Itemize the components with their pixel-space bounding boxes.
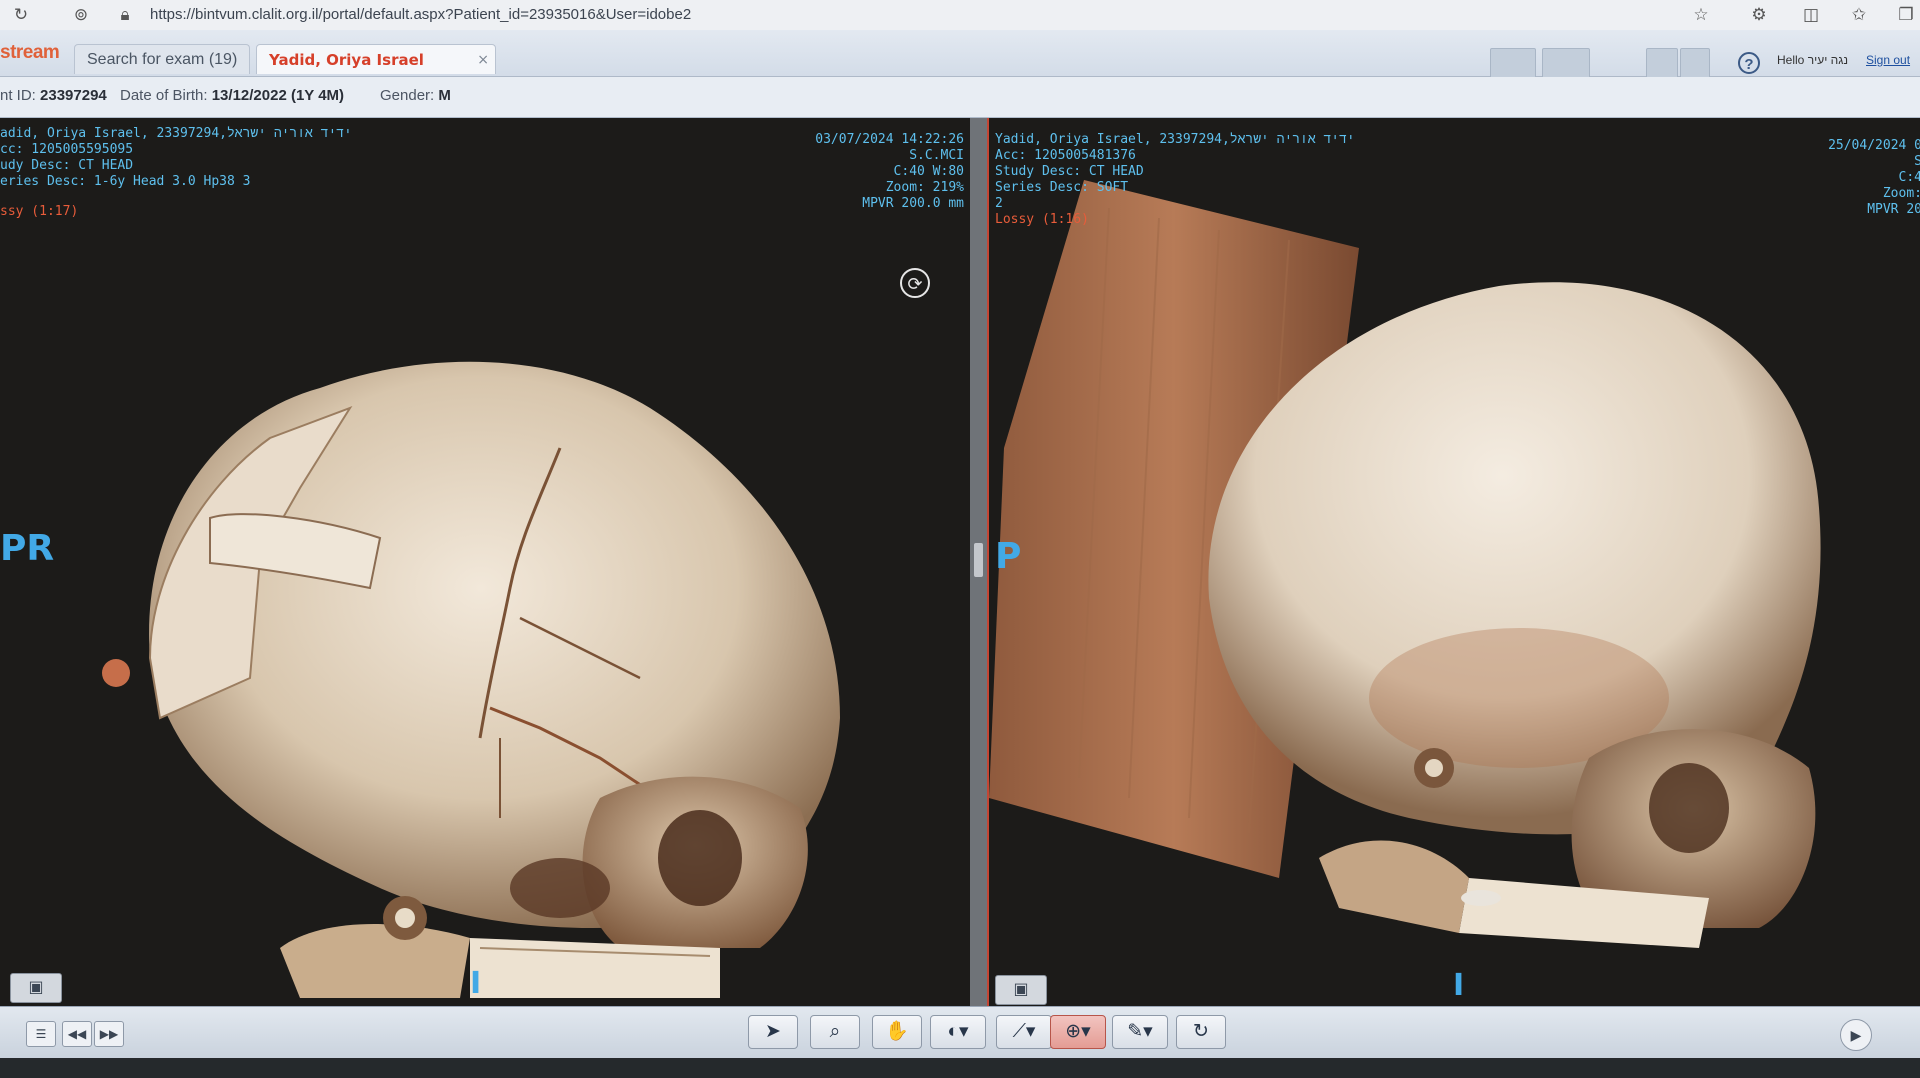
study-date: 03/07/2024 14:22:26: [815, 132, 964, 147]
study-date: 25/04/2024 0: [1828, 138, 1920, 153]
viewport-right[interactable]: Yadid, Oriya Israel, 23397294,ידיד אוריה…: [987, 118, 1920, 1006]
patient-dob-label: Date of Birth:: [120, 87, 208, 104]
site-icon[interactable]: ⊚: [70, 4, 92, 26]
layout-thumbnail-1[interactable]: [1490, 48, 1536, 80]
orientation-label-bottom: I: [1453, 968, 1465, 1003]
lossy-label: Lossy (1:16): [995, 212, 1089, 227]
viewport-left-menu-button[interactable]: ▣: [10, 973, 62, 1003]
pan-tool-button[interactable]: ✋: [872, 1015, 922, 1049]
patient-info-bar: nt ID: 23397294 Date of Birth: 13/12/202…: [0, 77, 1920, 118]
viewport-right-patient-overlay: Yadid, Oriya Israel, 23397294,ידיד אוריה…: [995, 132, 1355, 228]
skull-3d-render-right: [989, 118, 1920, 1006]
url-field[interactable]: https://bintvum.clalit.org.il/portal/def…: [150, 6, 691, 23]
patient-dob-value: 13/12/2022 (1Y 4M): [211, 87, 345, 104]
measure-tool-button[interactable]: ⟋▾: [996, 1015, 1052, 1049]
reset-tool-button[interactable]: ↻: [1176, 1015, 1226, 1049]
mpvr-thickness: MPVR 200.0 mm: [862, 196, 964, 211]
orientation-label-left: P: [995, 536, 1022, 577]
series-desc-line: Series Desc: SOFT: [995, 180, 1129, 195]
tab-search-exam-label: Search for exam (19): [87, 51, 238, 68]
previous-series-button[interactable]: ◀◀: [62, 1021, 92, 1047]
viewport-right-info-overlay: 25/04/2024 0 S C:4 Zoom: MPVR 20: [1828, 138, 1920, 218]
viewport-left-info-overlay: 03/07/2024 14:22:26 S.C.MCI C:40 W:80 Zo…: [815, 132, 964, 212]
next-series-button[interactable]: ▶▶: [94, 1021, 124, 1047]
viewport-right-menu-button[interactable]: ▣: [995, 975, 1047, 1005]
station-name: S.C.MCI: [909, 148, 964, 163]
extensions-icon[interactable]: ⚙: [1748, 4, 1770, 26]
zoom-level: Zoom:: [1882, 186, 1920, 201]
refresh-icon[interactable]: ↻: [10, 4, 32, 26]
annotate-tool-button[interactable]: ✎▾: [1112, 1015, 1168, 1049]
layout-thumbnail-3[interactable]: [1646, 48, 1678, 80]
lossy-label: ssy (1:17): [0, 204, 79, 219]
os-taskbar: [0, 1058, 1920, 1078]
user-greeting: Hello נגה יעיר: [1777, 53, 1848, 67]
patient-dob: Date of Birth: 13/12/2022 (1Y 4M): [120, 87, 344, 104]
patient-id-label: nt ID:: [0, 87, 36, 104]
patient-id: nt ID: 23397294: [0, 87, 107, 104]
station-name: S: [1828, 154, 1920, 170]
pointer-tool-button[interactable]: ➤: [748, 1015, 798, 1049]
study-desc-line: udy Desc: CT HEAD: [0, 158, 134, 173]
tab-patient-label: Yadid, Oriya Israel: [269, 51, 424, 69]
tab-patient[interactable]: Yadid, Oriya Israel ×: [256, 44, 496, 74]
study-desc-line: Study Desc: CT HEAD: [995, 164, 1144, 179]
layout-thumbnail-4[interactable]: [1680, 48, 1710, 80]
window-level: C:40 W:80: [893, 164, 964, 179]
viewer-toolbar: ☰ ◀◀ ▶▶ ➤ ⌕ ✋ ◐▾ ⟋▾ ⊕▾ ✎▾ ↻ ▶: [0, 1006, 1920, 1059]
cine-play-button[interactable]: ▶: [1840, 1019, 1872, 1051]
skull-3d-render-left: [0, 118, 970, 1006]
patient-name-line: adid, Oriya Israel, 23397294,ידיד אוריה …: [0, 126, 352, 141]
zoom-level: Zoom: 219%: [885, 180, 964, 195]
window-level-tool-button[interactable]: ◐▾: [930, 1015, 986, 1049]
rotate-3d-cursor-icon: ⟳: [900, 268, 930, 298]
split-screen-icon[interactable]: ◫: [1800, 4, 1822, 26]
lock-icon[interactable]: 🔒︎: [114, 4, 136, 26]
browser-address-bar: ↻ ⊚ 🔒︎ https://bintvum.clalit.org.il/por…: [0, 0, 1920, 31]
series-desc-line: eries Desc: 1-6y Head 3.0 Hp38 3: [0, 174, 251, 189]
zoom-tool-button[interactable]: ⌕: [810, 1015, 860, 1049]
collections-icon[interactable]: ❐: [1895, 4, 1917, 26]
patient-name-line: Yadid, Oriya Israel, 23397294,ידיד אוריה…: [995, 132, 1355, 147]
viewport-left[interactable]: adid, Oriya Israel, 23397294,ידיד אוריה …: [0, 118, 970, 1006]
patient-id-value: 23397294: [40, 87, 107, 104]
series-list-button[interactable]: ☰: [26, 1021, 56, 1047]
app-logo: stream: [0, 42, 60, 63]
patient-gender-label: Gender:: [380, 87, 435, 104]
viewport-left-patient-overlay: adid, Oriya Israel, 23397294,ידיד אוריה …: [0, 126, 352, 220]
layout-thumbnail-2[interactable]: [1542, 48, 1590, 80]
patient-gender: Gender: M: [380, 87, 451, 104]
accession-line: cc: 1205005595095: [0, 142, 134, 157]
series-number-line: 2: [995, 196, 1003, 211]
tab-search-exam[interactable]: Search for exam (19): [74, 44, 250, 74]
close-icon[interactable]: ×: [477, 45, 489, 75]
help-icon[interactable]: ?: [1738, 52, 1760, 74]
sign-out-link[interactable]: Sign out: [1866, 53, 1910, 67]
mpvr-thickness: MPVR 20: [1867, 202, 1920, 217]
window-level: C:4: [1898, 170, 1920, 185]
splitter-handle[interactable]: [974, 543, 983, 577]
rotate-3d-tool-button[interactable]: ⊕▾: [1050, 1015, 1106, 1049]
accession-line: Acc: 1205005481376: [995, 148, 1136, 163]
patient-gender-value: M: [438, 87, 451, 104]
orientation-label-bottom: I: [470, 966, 482, 1001]
orientation-label-left: PR: [0, 528, 55, 569]
viewport-splitter[interactable]: [970, 118, 987, 1006]
star-icon[interactable]: ☆: [1690, 4, 1712, 26]
favorites-icon[interactable]: ✩: [1848, 4, 1870, 26]
app-header: stream Search for exam (19) Yadid, Oriya…: [0, 30, 1920, 80]
